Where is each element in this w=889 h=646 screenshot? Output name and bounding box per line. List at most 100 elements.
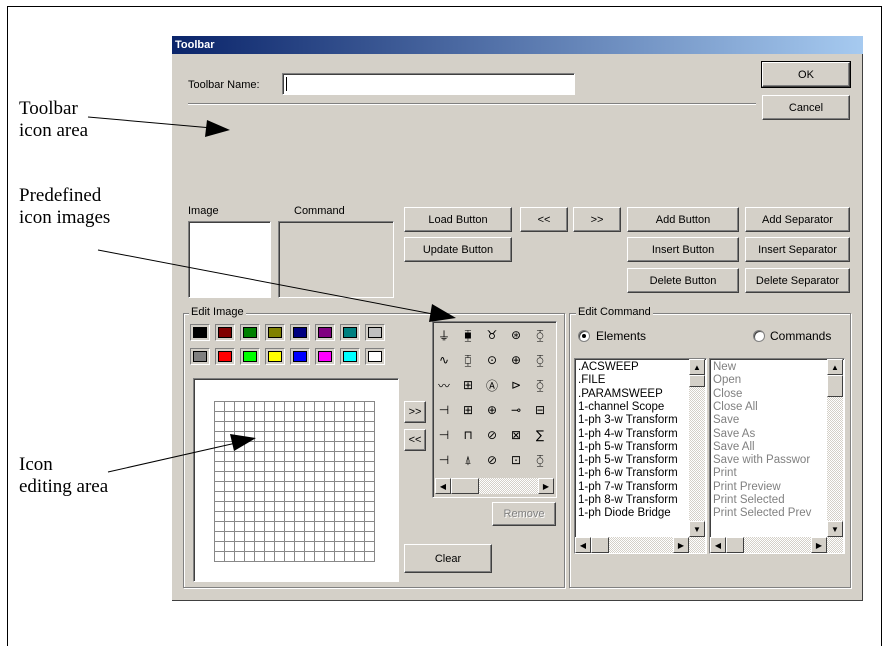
predefined-icon[interactable]: ⊓ — [459, 426, 477, 444]
cancel-button[interactable]: Cancel — [762, 95, 850, 120]
element-list-item[interactable]: 1-ph Diode Bridge — [578, 507, 671, 519]
predefined-icon[interactable]: ⊞ — [459, 376, 477, 394]
element-list-item[interactable]: 1-ph 8-w Transform — [578, 494, 678, 506]
pixel-grid[interactable] — [214, 401, 375, 562]
elements-hscroll-thumb[interactable] — [591, 537, 609, 553]
element-list-item[interactable]: 1-ph 5-w Transform — [578, 441, 678, 453]
command-list-item[interactable]: Print Selected — [713, 494, 785, 506]
clear-button[interactable]: Clear — [404, 544, 492, 573]
add-separator-button[interactable]: Add Separator — [745, 207, 850, 232]
color-swatch[interactable] — [365, 324, 385, 341]
command-list-item[interactable]: Open — [713, 374, 741, 386]
predefined-icon[interactable]: ⊣ — [435, 426, 453, 444]
command-list-item[interactable]: Save — [713, 414, 739, 426]
predefined-icon[interactable]: ⊡ — [507, 451, 525, 469]
scroll-left-icon[interactable]: ◀ — [435, 478, 451, 494]
predefined-icon[interactable]: ⊞ — [459, 401, 477, 419]
color-swatch[interactable] — [315, 324, 335, 341]
move-right-button[interactable]: >> — [404, 401, 426, 423]
predefined-icon[interactable]: ⧲ — [531, 376, 549, 394]
insert-separator-button[interactable]: Insert Separator — [745, 237, 850, 262]
color-swatch[interactable] — [265, 324, 285, 341]
scroll-thumb[interactable] — [451, 478, 479, 494]
update-button[interactable]: Update Button — [404, 237, 512, 262]
element-list-item[interactable]: 1-ph 7-w Transform — [578, 481, 678, 493]
prev-button[interactable]: << — [520, 207, 568, 232]
predefined-icon[interactable]: ⊣ — [435, 451, 453, 469]
add-button[interactable]: Add Button — [627, 207, 739, 232]
commands-radio-label[interactable]: Commands — [770, 329, 831, 343]
color-swatch[interactable] — [290, 348, 310, 365]
command-list-item[interactable]: Save with Passwor — [713, 454, 810, 466]
element-list-item[interactable]: 1-ph 3-w Transform — [578, 414, 678, 426]
elements-radio-label[interactable]: Elements — [596, 329, 646, 343]
predefined-icon[interactable]: ⊠ — [507, 426, 525, 444]
next-button[interactable]: >> — [573, 207, 621, 232]
color-swatch[interactable] — [315, 348, 335, 365]
command-list-item[interactable]: Close All — [713, 401, 758, 413]
elements-scroll-left-icon[interactable]: ◀ — [575, 537, 591, 553]
command-list-item[interactable]: Save All — [713, 441, 755, 453]
predefined-icon[interactable]: ⧲ — [531, 351, 549, 369]
color-swatch[interactable] — [265, 348, 285, 365]
predefined-icon[interactable]: Ⓐ — [483, 376, 501, 394]
command-list-item[interactable]: Print Selected Prev — [713, 507, 811, 519]
commands-hscroll-thumb[interactable] — [726, 537, 744, 553]
command-list-item[interactable]: New — [713, 361, 736, 373]
commands-scroll-thumb[interactable] — [827, 375, 843, 397]
ok-button[interactable]: OK — [761, 61, 851, 88]
elements-scroll-thumb[interactable] — [689, 375, 705, 387]
command-list-item[interactable]: Close — [713, 388, 742, 400]
commands-list[interactable]: New Open Close Close All Save Save As Save All… — [709, 358, 845, 554]
predefined-icon[interactable]: ⊣ — [435, 401, 453, 419]
move-left-button[interactable]: << — [404, 429, 426, 451]
color-swatch[interactable] — [340, 324, 360, 341]
color-swatch[interactable] — [190, 324, 210, 341]
color-swatch[interactable] — [240, 348, 260, 365]
toolbar-name-input[interactable] — [282, 73, 575, 95]
command-list-item[interactable]: Print — [713, 467, 737, 479]
element-list-item[interactable]: .FILE — [578, 374, 605, 386]
elements-scroll-up-icon[interactable]: ▲ — [689, 359, 705, 375]
predefined-icon[interactable]: ⊕ — [483, 401, 501, 419]
element-list-item[interactable]: 1-channel Scope — [578, 401, 664, 413]
predefined-icon[interactable]: 〰 — [435, 376, 453, 394]
color-swatch[interactable] — [340, 348, 360, 365]
color-swatch[interactable] — [240, 324, 260, 341]
commands-scroll-left-icon[interactable]: ◀ — [710, 537, 726, 553]
elements-scroll-down-icon[interactable]: ▼ — [689, 521, 705, 537]
predefined-icon[interactable]: ⊟ — [531, 401, 549, 419]
predefined-icon[interactable]: ⏚ — [435, 326, 453, 344]
color-swatch[interactable] — [365, 348, 385, 365]
color-swatch[interactable] — [215, 324, 235, 341]
predefined-icon[interactable]: ⊘ — [483, 426, 501, 444]
predefined-icon[interactable]: ⧮ — [459, 351, 477, 369]
predefined-icon[interactable]: ∿ — [435, 351, 453, 369]
insert-button[interactable]: Insert Button — [627, 237, 739, 262]
predefined-icon[interactable]: ⊙ — [483, 351, 501, 369]
element-list-item[interactable]: .ACSWEEP — [578, 361, 639, 373]
color-swatch[interactable] — [190, 348, 210, 365]
commands-scroll-up-icon[interactable]: ▲ — [827, 359, 843, 375]
elements-radio[interactable] — [578, 330, 590, 342]
predefined-icon[interactable]: ⍋ — [459, 451, 477, 469]
element-list-item[interactable]: 1-ph 4-w Transform — [578, 428, 678, 440]
predefined-icon[interactable]: ⊕ — [507, 351, 525, 369]
predefined-icon[interactable]: ⊘ — [483, 451, 501, 469]
scroll-right-icon[interactable]: ▶ — [538, 478, 554, 494]
color-swatch[interactable] — [290, 324, 310, 341]
element-list-item[interactable]: .PARAMSWEEP — [578, 388, 663, 400]
predefined-icon[interactable]: ⊳ — [507, 376, 525, 394]
pixel-editor[interactable] — [193, 378, 399, 582]
load-button[interactable]: Load Button — [404, 207, 512, 232]
predefined-icon[interactable]: ⧲ — [531, 451, 549, 469]
predefined-icon[interactable]: ♉ — [483, 326, 501, 344]
predefined-icon[interactable]: ⊸ — [507, 401, 525, 419]
commands-scroll-right-icon[interactable]: ▶ — [811, 537, 827, 553]
command-list-item[interactable]: Print Preview — [713, 481, 781, 493]
predefined-icon[interactable]: ⧲ — [531, 326, 549, 344]
command-list-item[interactable]: Save As — [713, 428, 755, 440]
delete-button[interactable]: Delete Button — [627, 268, 739, 293]
predefined-icon[interactable]: ⧯ — [459, 326, 477, 344]
remove-button[interactable]: Remove — [492, 502, 556, 526]
